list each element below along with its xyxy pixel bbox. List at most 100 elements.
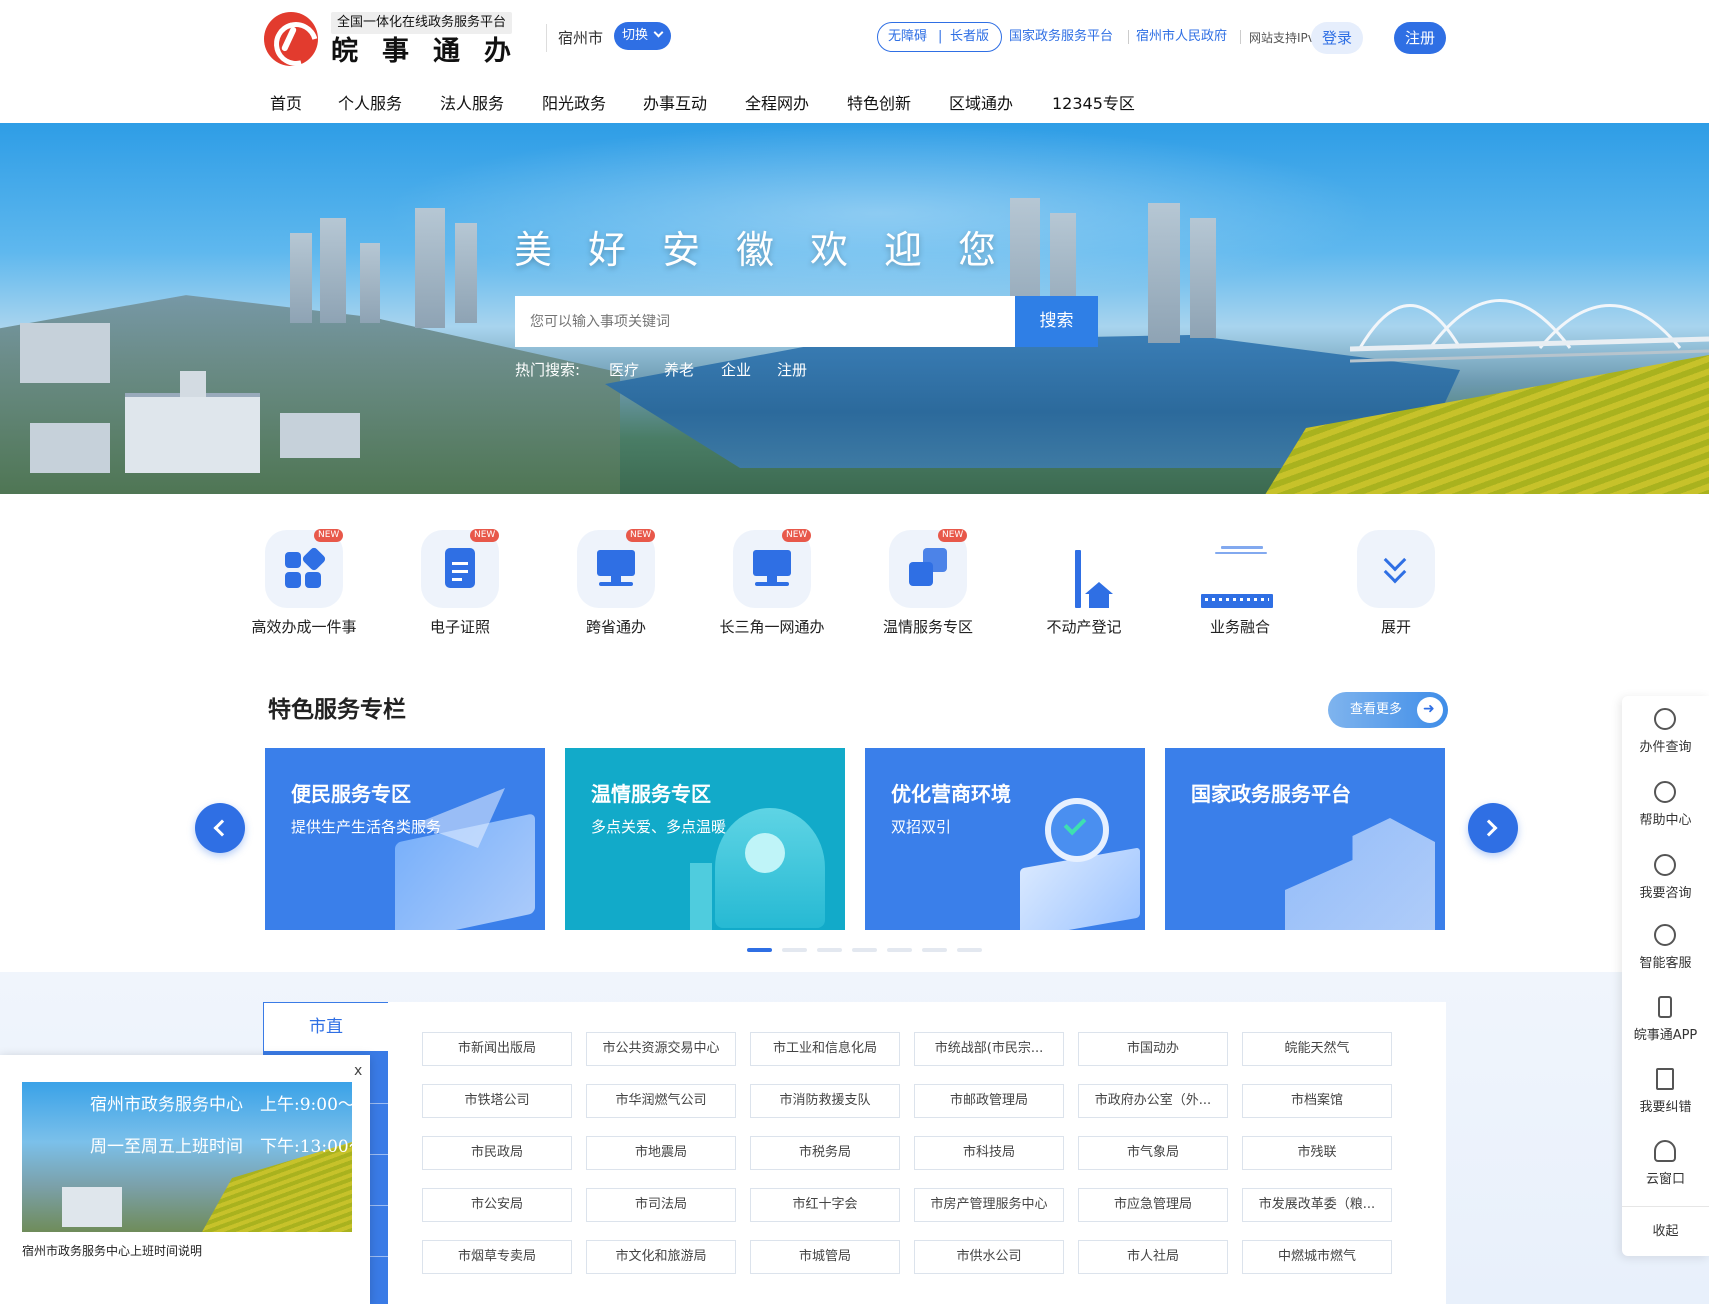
card-subtitle: 双招双引 [891, 818, 952, 836]
carousel-prev-button[interactable] [195, 803, 245, 853]
department-item[interactable]: 市城管局 [750, 1240, 900, 1274]
department-item[interactable]: 市华润燃气公司 [586, 1084, 736, 1118]
nav-item-12345[interactable]: 12345专区 [1052, 92, 1135, 116]
featured-card[interactable]: 便民服务专区 提供生产生活各类服务 [265, 748, 545, 930]
department-item[interactable]: 市新闻出版局 [422, 1032, 572, 1066]
new-badge: NEW [314, 529, 344, 542]
department-item[interactable]: 市邮政管理局 [914, 1084, 1064, 1118]
department-item[interactable]: 市消防救援支队 [750, 1084, 900, 1118]
nav-item-online[interactable]: 全程网办 [745, 92, 809, 116]
nav-item-legal-person[interactable]: 法人服务 [440, 92, 504, 116]
nav-item-open-government[interactable]: 阳光政务 [542, 92, 606, 116]
carousel-dot[interactable] [817, 948, 842, 952]
carousel-dot[interactable] [782, 948, 807, 952]
ruler-icon [1201, 530, 1279, 608]
doc-error-icon [1656, 1068, 1674, 1090]
divider [1240, 30, 1241, 44]
banner-tower [1148, 203, 1180, 343]
department-item[interactable]: 中燃城市燃气 [1242, 1240, 1392, 1274]
department-item[interactable]: 市烟草专卖局 [422, 1240, 572, 1274]
featured-card[interactable]: 温情服务专区 多点关爱、多点温暖 [565, 748, 845, 930]
department-item[interactable]: 市文化和旅游局 [586, 1240, 736, 1274]
card-title: 便民服务专区 [291, 782, 411, 806]
quick-service-label: 高效办成一件事 [251, 618, 357, 636]
float-item-label: 我要咨询 [1639, 886, 1692, 901]
collapse-button[interactable]: 收起 [1622, 1206, 1709, 1256]
tab-city-direct[interactable]: 市直 [263, 1002, 388, 1052]
featured-card[interactable]: 优化营商环境 双招双引 [865, 748, 1145, 930]
login-button[interactable]: 登录 [1311, 22, 1363, 54]
hot-search-label: 热门搜索: [515, 361, 581, 379]
department-item[interactable]: 市税务局 [750, 1136, 900, 1170]
site-header: 全国一体化在线政务服务平台 皖事通办 宿州市 切换 无障碍 | 长者版 国家政务… [0, 0, 1709, 123]
department-item[interactable]: 市发展改革委（粮... [1242, 1188, 1392, 1222]
hot-search-item[interactable]: 注册 [777, 359, 807, 380]
divider [546, 24, 547, 52]
divider: | [938, 29, 943, 44]
department-item[interactable]: 市司法局 [586, 1188, 736, 1222]
notice-image[interactable]: 宿州市政务服务中心 上午:9:00～12:00 周一至周五上班时间 下午:13:… [22, 1082, 352, 1232]
department-item[interactable]: 市统战部(市民宗... [914, 1032, 1064, 1066]
accessibility-pill: 无障碍 | 长者版 [877, 22, 1002, 52]
carousel-dot[interactable] [852, 948, 877, 952]
robot-icon [1654, 924, 1676, 946]
carousel-next-button[interactable] [1468, 803, 1518, 853]
carousel-dot[interactable] [887, 948, 912, 952]
elderly-mode-link[interactable]: 长者版 [950, 23, 989, 51]
department-item[interactable]: 市气象局 [1078, 1136, 1228, 1170]
city-government-link[interactable]: 宿州市人民政府 [1136, 27, 1227, 47]
department-item[interactable]: 市民政局 [422, 1136, 572, 1170]
register-button[interactable]: 注册 [1394, 22, 1446, 54]
nav-item-innovation[interactable]: 特色创新 [847, 92, 911, 116]
city-switch-button[interactable]: 切换 [614, 22, 671, 50]
banner-sky [380, 123, 1380, 303]
nav-item-regional[interactable]: 区域通办 [949, 92, 1013, 116]
accessibility-link[interactable]: 无障碍 [888, 23, 927, 51]
logo-title[interactable]: 皖事通办 [331, 34, 535, 70]
department-item[interactable]: 市残联 [1242, 1136, 1392, 1170]
nav-item-personal[interactable]: 个人服务 [338, 92, 402, 116]
banner-government-building [125, 371, 260, 473]
site-logo-icon[interactable] [264, 12, 318, 66]
search-input[interactable] [515, 296, 1015, 347]
float-item-label: 云窗口 [1645, 1172, 1685, 1187]
nav-item-interaction[interactable]: 办事互动 [643, 92, 707, 116]
view-more-button[interactable]: 查看更多 [1328, 691, 1448, 728]
nav-item-home[interactable]: 首页 [270, 92, 302, 116]
department-item[interactable]: 市应急管理局 [1078, 1188, 1228, 1222]
department-item[interactable]: 市工业和信息化局 [750, 1032, 900, 1066]
float-item-label: 皖事通APP [1633, 1028, 1698, 1043]
new-badge: NEW [470, 529, 500, 542]
featured-card[interactable]: 国家政务服务平台 [1165, 748, 1445, 930]
notice-caption[interactable]: 宿州市政务服务中心上班时间说明 [22, 1242, 202, 1259]
float-item-label: 帮助中心 [1639, 813, 1692, 828]
department-item[interactable]: 市房产管理服务中心 [914, 1188, 1064, 1222]
national-platform-link[interactable]: 国家政务服务平台 [1009, 27, 1113, 47]
arrow-right-icon [1417, 691, 1443, 727]
department-item[interactable]: 市人社局 [1078, 1240, 1228, 1274]
department-item[interactable]: 市红十字会 [750, 1188, 900, 1222]
department-item[interactable]: 皖能天然气 [1242, 1032, 1392, 1066]
department-item[interactable]: 市公安局 [422, 1188, 572, 1222]
close-icon[interactable]: x [354, 1063, 362, 1079]
quick-service-label: 电子证照 [429, 618, 490, 636]
carousel-dot[interactable] [957, 948, 982, 952]
carousel-dot[interactable] [922, 948, 947, 952]
carousel-dot[interactable] [747, 948, 772, 952]
hot-search-item[interactable]: 企业 [721, 359, 751, 380]
hot-search-item[interactable]: 医疗 [609, 359, 639, 380]
department-item[interactable]: 市科技局 [914, 1136, 1064, 1170]
department-item[interactable]: 市国动办 [1078, 1032, 1228, 1066]
department-item[interactable]: 市公共资源交易中心 [586, 1032, 736, 1066]
banner-building [30, 423, 110, 473]
banner-bridge [1350, 299, 1709, 363]
department-item[interactable]: 市地震局 [586, 1136, 736, 1170]
search-button[interactable]: 搜索 [1015, 296, 1098, 347]
float-item-label: 办件查询 [1639, 740, 1692, 755]
department-item[interactable]: 市政府办公室（外... [1078, 1084, 1228, 1118]
department-item[interactable]: 市档案馆 [1242, 1084, 1392, 1118]
hot-search-item[interactable]: 养老 [664, 359, 694, 380]
quick-service-label: 温情服务专区 [882, 618, 973, 636]
department-item[interactable]: 市铁塔公司 [422, 1084, 572, 1118]
department-item[interactable]: 市供水公司 [914, 1240, 1064, 1274]
